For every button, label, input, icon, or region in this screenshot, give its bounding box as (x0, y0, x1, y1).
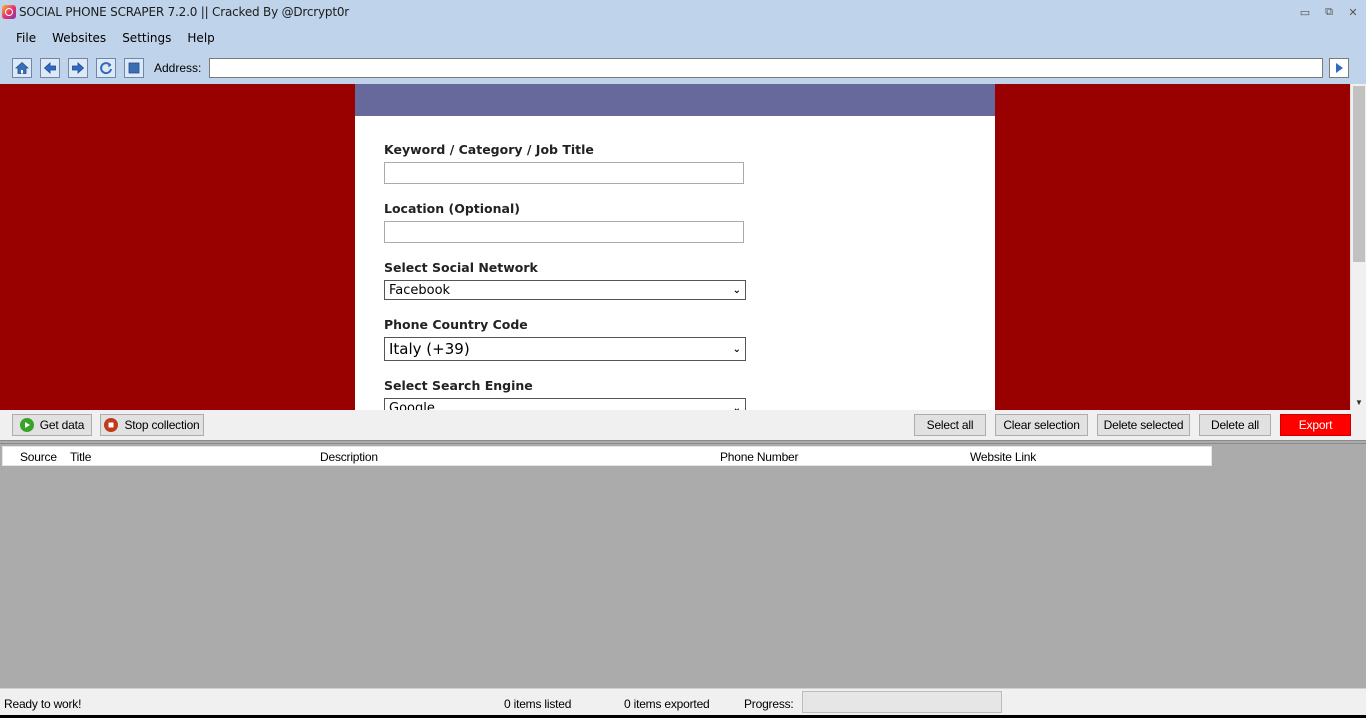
scrollbar-thumb[interactable] (1353, 86, 1365, 262)
address-label: Address: (154, 61, 202, 75)
refresh-button[interactable] (96, 58, 116, 78)
window-controls: ▭ ⧉ ✕ (1298, 6, 1360, 19)
items-listed-count: 0 items listed (504, 697, 572, 711)
keyword-input[interactable] (384, 162, 744, 184)
country-code-value: Italy (+39) (389, 340, 470, 358)
search-engine-select[interactable]: Google ⌄ (384, 398, 746, 410)
select-all-button[interactable]: Select all (914, 414, 986, 436)
delete-all-button[interactable]: Delete all (1199, 414, 1271, 436)
search-engine-label: Select Search Engine (384, 378, 533, 393)
chevron-down-icon: ⌄ (732, 343, 741, 355)
play-icon (19, 418, 34, 432)
stop-collection-label: Stop collection (124, 418, 200, 432)
column-source[interactable]: Source (20, 450, 57, 464)
location-input[interactable] (384, 221, 744, 243)
browser-toolbar: Address: (0, 52, 1366, 84)
column-title[interactable]: Title (70, 450, 91, 464)
country-code-label: Phone Country Code (384, 317, 528, 332)
results-table[interactable]: Source Title Description Phone Number We… (0, 440, 1366, 688)
browser-scrollbar[interactable]: ▼ (1350, 84, 1366, 410)
restore-icon[interactable]: ⧉ (1322, 6, 1336, 19)
chevron-down-icon: ⌄ (732, 284, 741, 296)
instagram-icon (2, 5, 16, 19)
progress-label: Progress: (744, 697, 794, 711)
social-network-value: Facebook (389, 282, 451, 298)
action-bar: Get data Stop collection Select all Clea… (0, 410, 1366, 440)
menu-settings[interactable]: Settings (114, 31, 179, 45)
column-description[interactable]: Description (320, 450, 378, 464)
address-input[interactable] (209, 58, 1324, 78)
stop-icon (128, 62, 140, 74)
close-icon[interactable]: ✕ (1346, 6, 1360, 19)
stop-collection-button[interactable]: Stop collection (100, 414, 204, 436)
back-arrow-icon (43, 62, 56, 74)
location-label: Location (Optional) (384, 201, 520, 216)
delete-selected-button[interactable]: Delete selected (1097, 414, 1190, 436)
minimize-icon[interactable]: ▭ (1298, 6, 1312, 19)
table-header: Source Title Description Phone Number We… (2, 446, 1212, 466)
search-form: Keyword / Category / Job Title Location … (355, 116, 995, 410)
column-website-link[interactable]: Website Link (970, 450, 1036, 464)
menu-help[interactable]: Help (179, 31, 222, 45)
export-button[interactable]: Export (1280, 414, 1351, 436)
items-exported-count: 0 items exported (624, 697, 710, 711)
stop-icon (104, 418, 119, 432)
search-engine-value: Google (389, 400, 435, 411)
refresh-icon (100, 62, 112, 75)
window-title: SOCIAL PHONE SCRAPER 7.2.0 || Cracked By… (19, 5, 350, 19)
progress-bar (802, 691, 1002, 713)
home-button[interactable] (12, 58, 32, 78)
page-banner (355, 84, 995, 116)
back-button[interactable] (40, 58, 60, 78)
forward-button[interactable] (68, 58, 88, 78)
clear-selection-button[interactable]: Clear selection (995, 414, 1088, 436)
home-icon (15, 61, 29, 74)
get-data-label: Get data (39, 418, 85, 432)
social-network-label: Select Social Network (384, 260, 538, 275)
menu-websites[interactable]: Websites (44, 31, 114, 45)
status-message: Ready to work! (4, 697, 82, 711)
chevron-down-icon: ⌄ (732, 402, 741, 411)
country-code-select[interactable]: Italy (+39) ⌄ (384, 337, 746, 361)
keyword-label: Keyword / Category / Job Title (384, 142, 594, 157)
go-button[interactable] (1329, 58, 1350, 78)
get-data-button[interactable]: Get data (12, 414, 92, 436)
menu-bar: File Websites Settings Help (0, 24, 1366, 52)
menu-file[interactable]: File (8, 31, 44, 45)
column-phone-number[interactable]: Phone Number (720, 450, 799, 464)
status-bar: Ready to work! 0 items listed 0 items ex… (0, 688, 1366, 718)
title-bar: SOCIAL PHONE SCRAPER 7.2.0 || Cracked By… (0, 0, 1366, 24)
scroll-down-icon[interactable]: ▼ (1351, 398, 1366, 407)
stop-button[interactable] (124, 58, 144, 78)
play-arrow-icon (1336, 63, 1344, 73)
search-form-page: Keyword / Category / Job Title Location … (355, 84, 995, 410)
forward-arrow-icon (72, 62, 85, 74)
social-network-select[interactable]: Facebook ⌄ (384, 280, 746, 300)
embedded-browser: Keyword / Category / Job Title Location … (0, 84, 1366, 410)
